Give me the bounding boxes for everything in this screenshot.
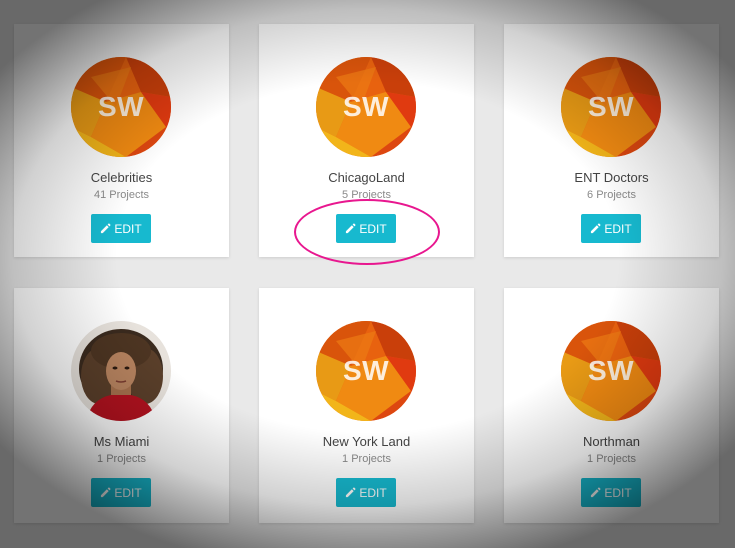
pencil-icon (101, 487, 111, 498)
project-count: 1 Projects (97, 453, 146, 465)
person-photo-icon (71, 321, 171, 421)
group-card-northman: SW Northman 1 Projects EDIT (504, 288, 719, 523)
project-count: 41 Projects (93, 189, 150, 201)
edit-button[interactable]: EDIT (91, 214, 151, 243)
group-name: ENT Doctors (574, 170, 649, 185)
pencil-icon (591, 223, 601, 234)
group-card-grid: SW Celebrities 41 Projects EDIT SW Chica… (0, 0, 735, 548)
avatar-initials: SW (587, 91, 635, 122)
avatar-initials: SW (342, 91, 390, 122)
edit-button[interactable]: EDIT (581, 214, 641, 243)
avatar-initials: SW (587, 355, 635, 386)
group-name: New York Land (322, 434, 411, 449)
group-card-ent-doctors: SW ENT Doctors 6 Projects EDIT (504, 24, 719, 257)
group-name: Celebrities (90, 170, 153, 185)
group-name: ChicagoLand (328, 170, 405, 185)
annotation-highlight-ring (294, 199, 440, 265)
edit-label: EDIT (114, 221, 142, 236)
edit-label: EDIT (114, 485, 142, 500)
group-card-celebrities: SW Celebrities 41 Projects EDIT (14, 24, 229, 257)
avatar-initials: SW (342, 355, 390, 386)
edit-label: EDIT (604, 221, 632, 236)
pencil-icon (591, 487, 601, 498)
edit-button[interactable]: EDIT (336, 478, 396, 507)
project-count: 1 Projects (587, 453, 636, 465)
project-count: 1 Projects (342, 453, 391, 465)
group-card-new-york-land: SW New York Land 1 Projects EDIT (259, 288, 474, 523)
group-name: Ms Miami (93, 434, 150, 449)
avatar[interactable]: SW (561, 321, 661, 421)
edit-label: EDIT (604, 485, 632, 500)
avatar[interactable]: SW (561, 57, 661, 157)
avatar[interactable]: SW (316, 321, 416, 421)
avatar[interactable]: SW (316, 57, 416, 157)
edit-label: EDIT (359, 485, 387, 500)
edit-button[interactable]: EDIT (91, 478, 151, 507)
pencil-icon (346, 487, 356, 498)
avatar-initials: SW (97, 91, 145, 122)
avatar[interactable]: SW (71, 57, 171, 157)
group-name: Northman (582, 434, 641, 449)
project-count: 6 Projects (587, 189, 636, 201)
pencil-icon (101, 223, 111, 234)
group-card-ms-miami: Ms Miami 1 Projects EDIT (14, 288, 229, 523)
edit-button[interactable]: EDIT (581, 478, 641, 507)
avatar[interactable] (71, 321, 171, 421)
